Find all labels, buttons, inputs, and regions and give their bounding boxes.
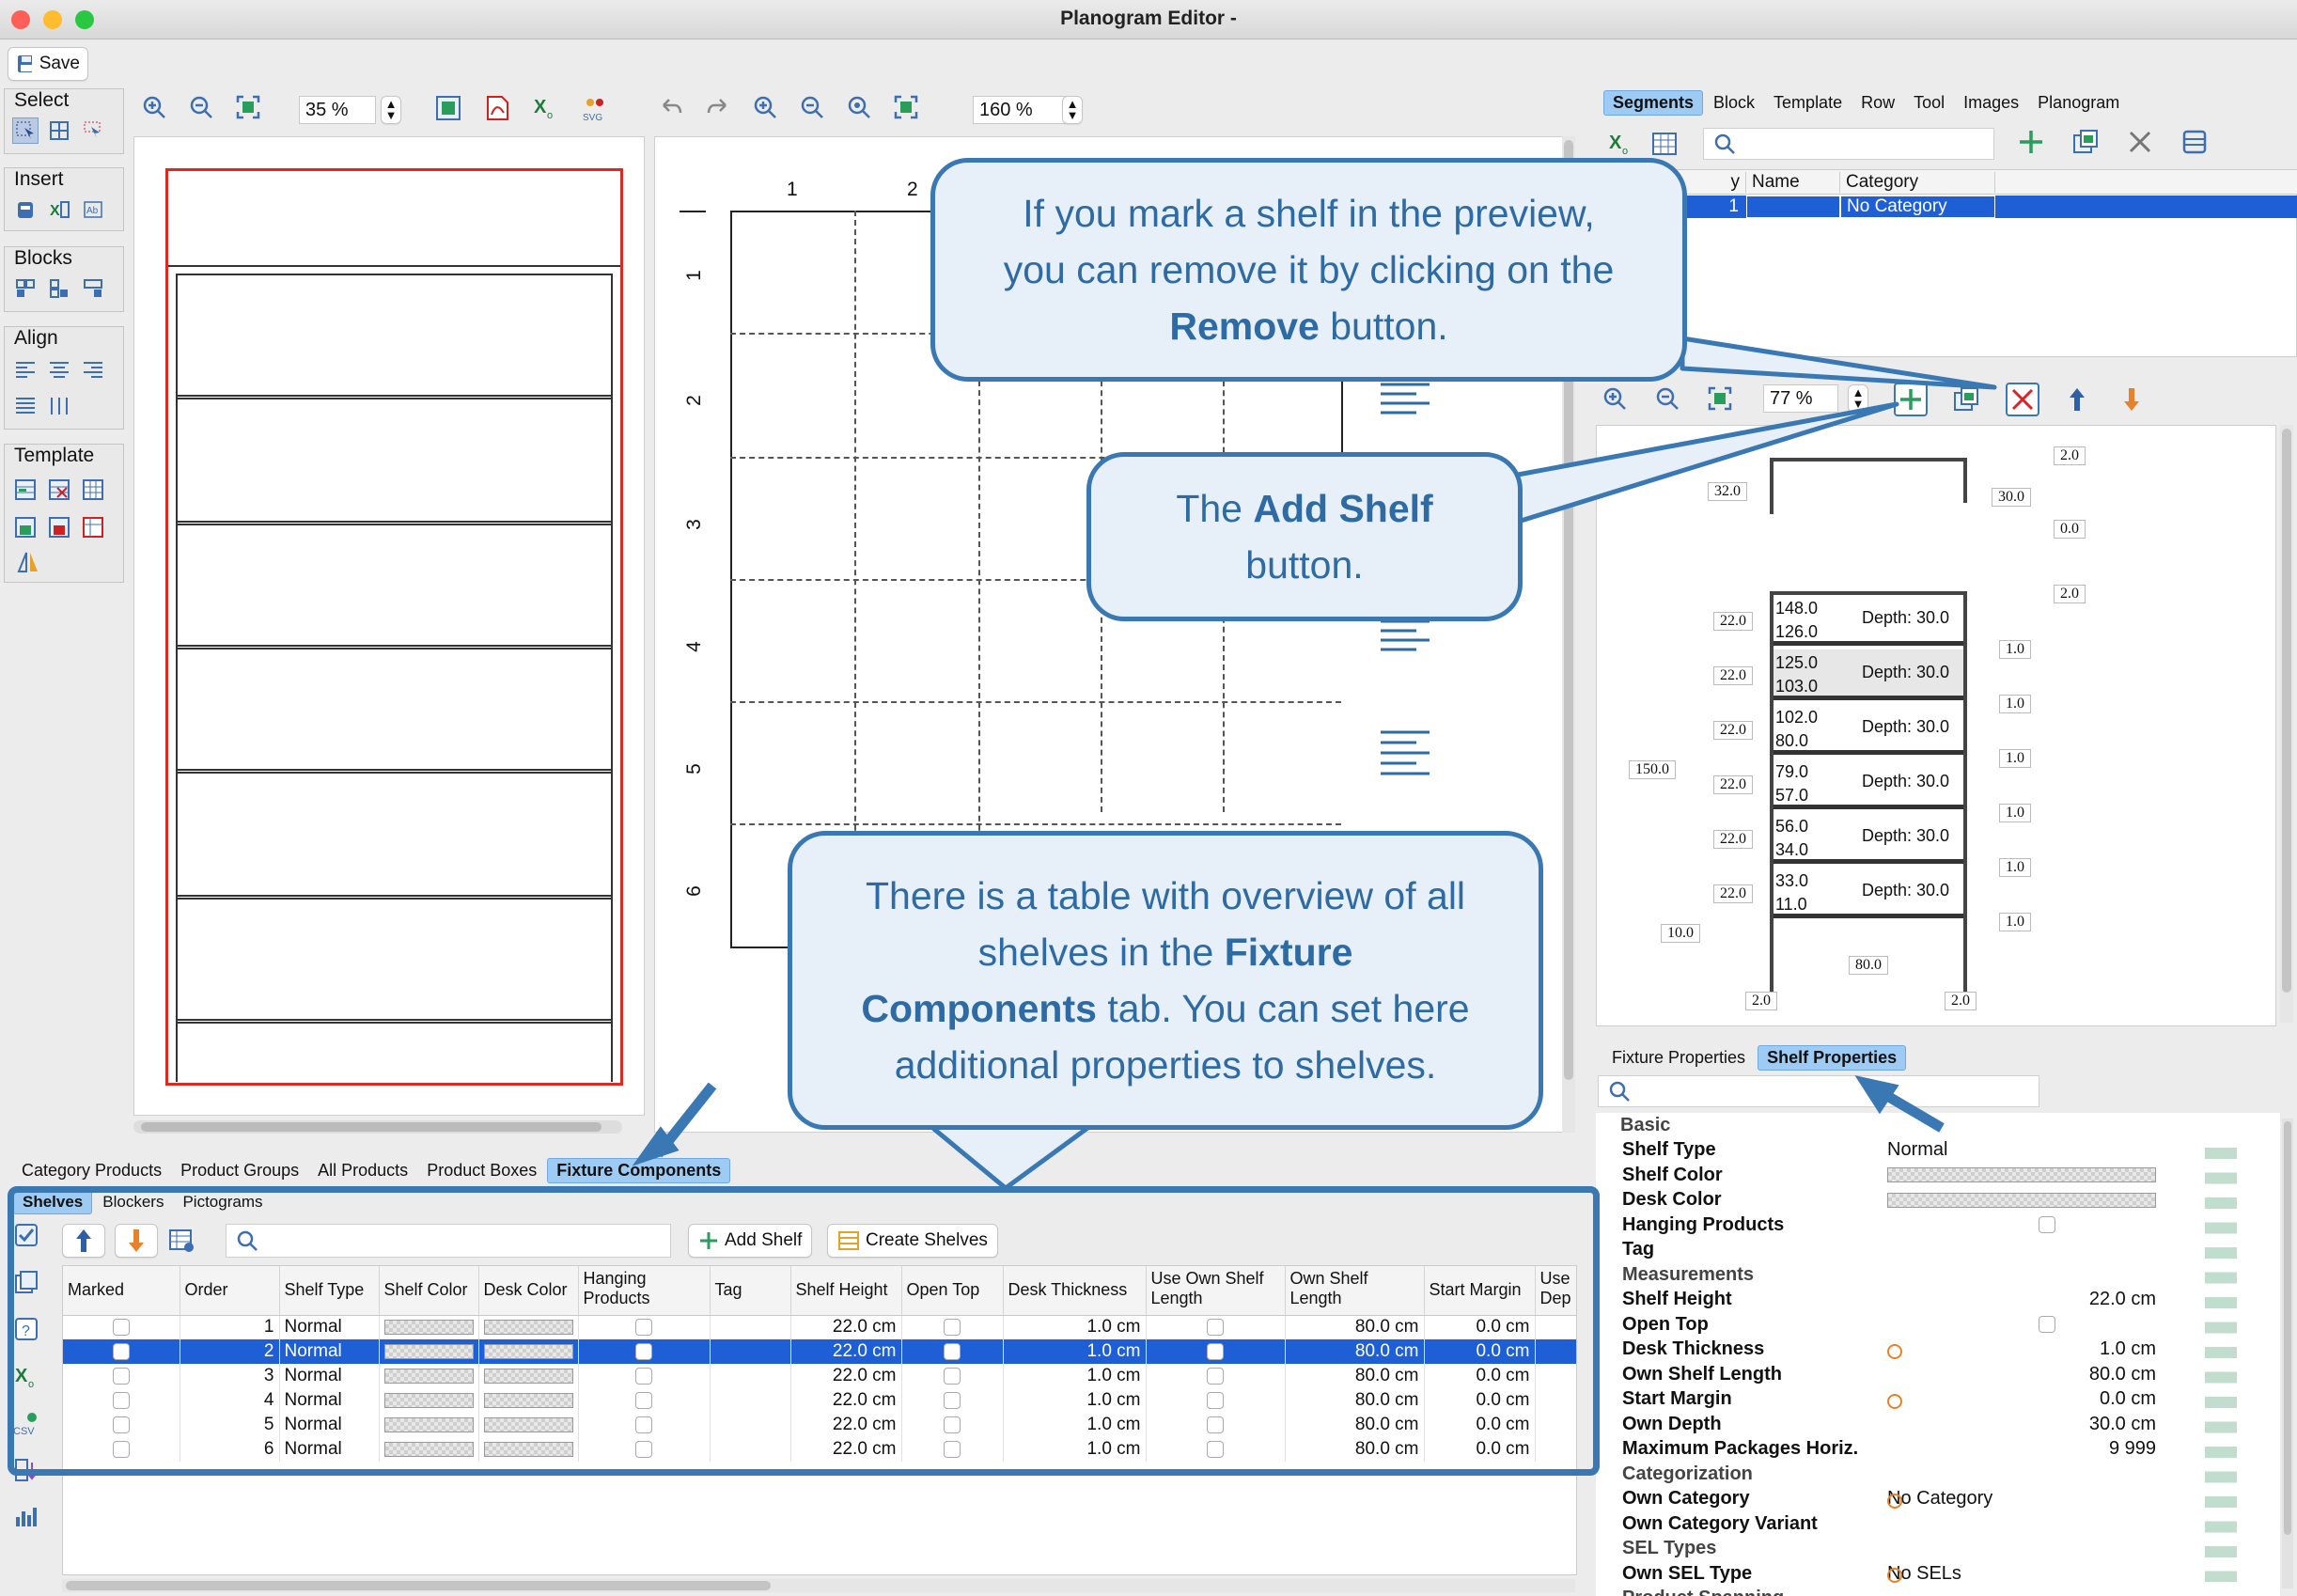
remove-callout: If you mark a shelf in the preview, you … <box>930 158 1687 382</box>
remove-callout-line2: you can remove it by clicking on the <box>1003 248 1615 291</box>
add-callout-line2: button. <box>1245 543 1364 587</box>
table-callout: There is a table with overview of all sh… <box>788 831 1543 1130</box>
table-callout-bold2: Components <box>861 987 1097 1030</box>
add-shelf-callout: The Add Shelf button. <box>1086 452 1523 621</box>
remove-callout-line1: If you mark a shelf in the preview, <box>1023 192 1595 235</box>
remove-callout-tail: button. <box>1319 305 1448 348</box>
table-callout-bold1: Fixture <box>1224 931 1353 974</box>
table-callout-line3b: tab. You can set here <box>1096 987 1470 1030</box>
table-callout-line1: There is a table with overview of all <box>865 874 1466 917</box>
table-callout-line4: additional properties to shelves. <box>894 1043 1437 1087</box>
table-callout-line2a: shelves in the <box>977 931 1225 974</box>
add-callout-bold: Add Shelf <box>1253 487 1433 530</box>
remove-callout-bold: Remove <box>1169 305 1320 348</box>
add-callout-pre: The <box>1176 487 1254 530</box>
